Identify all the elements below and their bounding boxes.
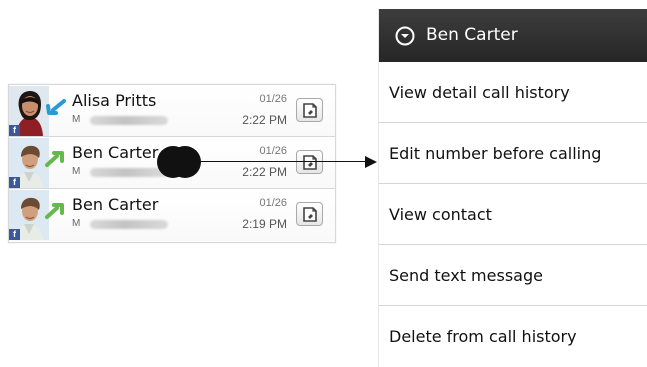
male-contact-photo: f: [9, 138, 49, 188]
facebook-icon: f: [9, 125, 20, 136]
call-time: 2:19 PM: [242, 217, 287, 231]
menu-item-edit-number-before-calling[interactable]: Edit number before calling: [379, 123, 647, 184]
number-type-label: M: [72, 166, 81, 177]
menu-item-view-detail-call-history[interactable]: View detail call history: [379, 62, 647, 123]
call-log-row-ben-carter[interactable]: f Ben Carter M 01/26 2:19 PM: [9, 189, 335, 241]
call-time: 2:22 PM: [242, 165, 287, 179]
call-date: 01/26: [259, 93, 287, 105]
call-date: 01/26: [259, 145, 287, 157]
male-contact-photo: f: [9, 190, 49, 240]
arrow-right-icon: [365, 156, 377, 168]
chevron-down-circle-icon: [395, 26, 415, 46]
pointer-line: [198, 161, 374, 162]
context-menu: Ben Carter View detail call history Edit…: [378, 9, 647, 367]
call-date: 01/26: [259, 197, 287, 209]
outgoing-call-icon: [44, 150, 66, 168]
call-log-row-alisa-pritts[interactable]: f Alisa Pritts M 01/26 2:22 PM: [9, 85, 335, 137]
message-icon: [303, 207, 317, 222]
blurred-phone-number: [90, 116, 168, 125]
call-time: 2:22 PM: [242, 113, 287, 127]
menu-item-label: Delete from call history: [389, 327, 577, 346]
facebook-icon: f: [9, 177, 20, 188]
contact-name: Ben Carter: [72, 195, 159, 214]
blurred-phone-number: [90, 168, 168, 177]
message-button[interactable]: [296, 150, 323, 174]
female-contact-photo: f: [9, 86, 49, 136]
call-log-context-menu-illustration: f Alisa Pritts M 01/26 2:22 PM f Ben Car…: [0, 0, 647, 367]
message-icon: [303, 155, 317, 170]
contact-name: Alisa Pritts: [72, 91, 157, 110]
outgoing-call-icon: [44, 202, 66, 220]
contact-name: Ben Carter: [72, 143, 159, 162]
call-log-row-ben-carter[interactable]: f Ben Carter M 01/26 2:22 PM: [9, 137, 335, 189]
incoming-call-icon: [44, 98, 66, 116]
menu-item-delete-from-call-history[interactable]: Delete from call history: [379, 306, 647, 367]
context-menu-header: Ben Carter: [379, 9, 647, 62]
menu-item-label: Send text message: [389, 266, 543, 285]
blurred-phone-number: [90, 220, 168, 229]
menu-item-label: View detail call history: [389, 83, 570, 102]
context-menu-title: Ben Carter: [426, 25, 518, 45]
message-icon: [303, 103, 317, 118]
phone-number-line: M: [72, 114, 232, 128]
call-log-list: f Alisa Pritts M 01/26 2:22 PM f Ben Car…: [8, 84, 336, 243]
number-type-label: M: [72, 114, 81, 125]
facebook-icon: f: [9, 229, 20, 240]
menu-item-send-text-message[interactable]: Send text message: [379, 245, 647, 306]
phone-number-line: M: [72, 218, 232, 232]
phone-number-line: M: [72, 166, 232, 180]
menu-item-label: Edit number before calling: [389, 144, 602, 163]
message-button[interactable]: [296, 98, 323, 122]
menu-item-label: View contact: [389, 205, 492, 224]
message-button[interactable]: [296, 202, 323, 226]
menu-item-view-contact[interactable]: View contact: [379, 184, 647, 245]
number-type-label: M: [72, 218, 81, 229]
